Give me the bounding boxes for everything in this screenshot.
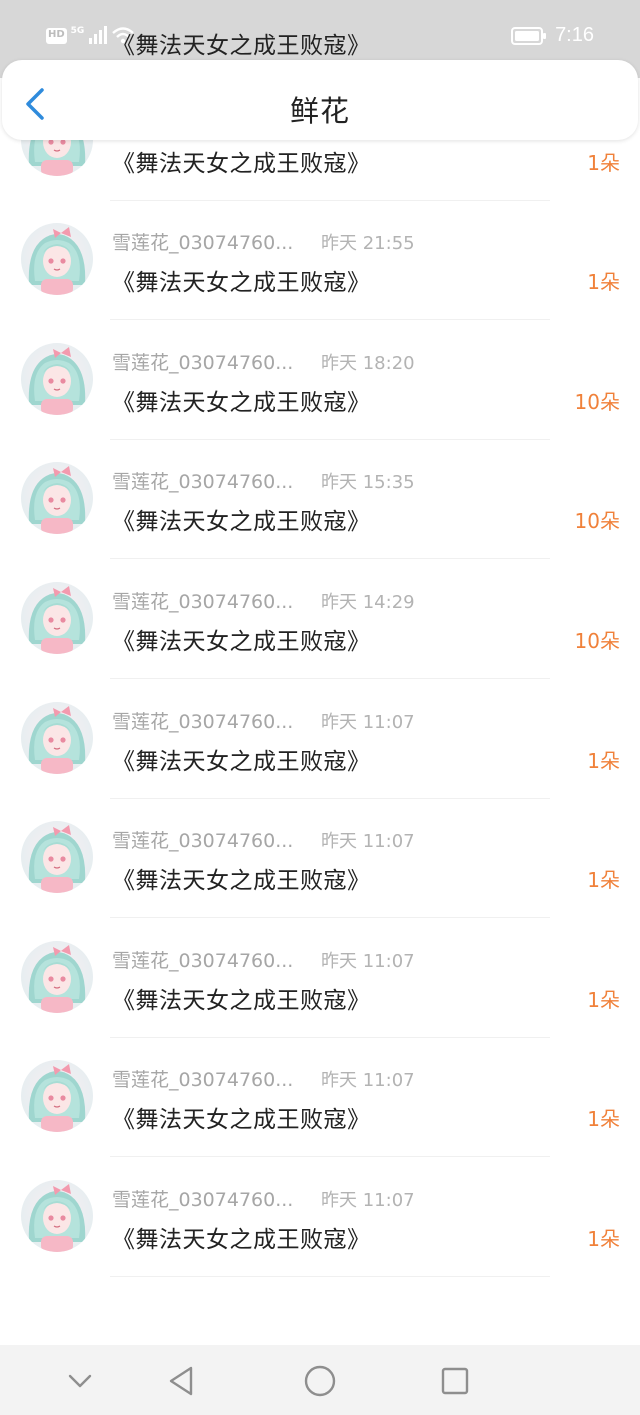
- username: 雪莲花_03074760...: [112, 949, 294, 972]
- book-title: 《舞法天女之成王败寇》: [112, 987, 371, 1014]
- flower-count: 1朵: [587, 1107, 620, 1132]
- avatar[interactable]: [21, 1179, 93, 1252]
- timestamp: 昨天 11:07: [321, 950, 415, 972]
- timestamp: 昨天 11:07: [321, 711, 415, 733]
- page-header: 鲜花: [2, 60, 638, 140]
- home-nav-button[interactable]: [302, 1363, 338, 1399]
- timestamp: 昨天 21:55: [321, 233, 415, 255]
- list-item[interactable]: 雪莲花_03074760... 昨天 15:35 《舞法天女之成王败寇》 10朵: [0, 440, 640, 560]
- book-title: 《舞法天女之成王败寇》: [112, 748, 371, 775]
- avatar[interactable]: [21, 821, 93, 894]
- username: 雪莲花_03074760...: [112, 351, 294, 374]
- timestamp: 昨天 14:29: [321, 591, 415, 613]
- flower-count: 1朵: [587, 270, 620, 295]
- list-item[interactable]: 雪莲花_03074760... 昨天 18:20 《舞法天女之成王败寇》 10朵: [0, 321, 640, 441]
- recents-square-icon: [441, 1367, 469, 1395]
- flower-count: 10朵: [574, 628, 620, 653]
- back-triangle-icon: [169, 1366, 193, 1396]
- username: 雪莲花_03074760...: [112, 830, 294, 853]
- recents-nav-button[interactable]: [437, 1363, 473, 1399]
- list-item[interactable]: 雪莲花_03074760... 昨天 11:07 《舞法天女之成王败寇》 1朵: [0, 1038, 640, 1158]
- avatar[interactable]: [21, 581, 93, 654]
- flower-count: 1朵: [587, 748, 620, 773]
- flower-record-list[interactable]: 《舞法天女之成王败寇》 雪莲花_03074760... 昨天 21:55 《舞法天女…: [0, 33, 640, 1278]
- collapse-button[interactable]: [62, 1363, 98, 1399]
- collapse-icon: [68, 1374, 92, 1388]
- flower-count: 1朵: [587, 1226, 620, 1251]
- username: 雪莲花_03074760...: [112, 1069, 294, 1092]
- timestamp: 昨天 15:35: [321, 472, 415, 494]
- list-item[interactable]: 雪莲花_03074760... 昨天 11:07 《舞法天女之成王败寇》 1朵: [0, 1158, 640, 1278]
- username: 雪莲花_03074760...: [112, 590, 294, 613]
- list-item[interactable]: 雪莲花_03074760... 昨天 14:29 《舞法天女之成王败寇》 10朵: [0, 560, 640, 680]
- avatar[interactable]: [21, 940, 93, 1013]
- book-title: 《舞法天女之成王败寇》: [112, 150, 371, 177]
- avatar[interactable]: [21, 342, 93, 415]
- username: 雪莲花_03074760...: [112, 1188, 294, 1211]
- book-title: 《舞法天女之成王败寇》: [112, 628, 371, 655]
- username: 雪莲花_03074760...: [112, 471, 294, 494]
- username: 雪莲花_03074760...: [112, 710, 294, 733]
- book-title: 《舞法天女之成王败寇》: [112, 270, 371, 297]
- book-title: 《舞法天女之成王败寇》: [112, 509, 371, 536]
- book-title: 《舞法天女之成王败寇》: [112, 1226, 371, 1253]
- back-nav-button[interactable]: [164, 1363, 200, 1399]
- avatar[interactable]: [21, 462, 93, 535]
- flower-count: 10朵: [574, 389, 620, 414]
- divider: [110, 1275, 550, 1277]
- avatar[interactable]: [21, 223, 93, 296]
- system-nav-bar: [0, 1345, 640, 1415]
- list-item[interactable]: 雪莲花_03074760... 昨天 21:55 《舞法天女之成王败寇》 1朵: [0, 201, 640, 321]
- list-item[interactable]: 雪莲花_03074760... 昨天 11:07 《舞法天女之成王败寇》 1朵: [0, 919, 640, 1039]
- flower-count: 1朵: [587, 868, 620, 893]
- list-item[interactable]: 雪莲花_03074760... 昨天 11:07 《舞法天女之成王败寇》 1朵: [0, 799, 640, 919]
- list-item[interactable]: 雪莲花_03074760... 昨天 11:07 《舞法天女之成王败寇》 1朵: [0, 680, 640, 800]
- page-title: 鲜花: [289, 94, 350, 128]
- avatar[interactable]: [21, 1060, 93, 1133]
- flower-count: 1朵: [587, 150, 620, 175]
- flower-count: 1朵: [587, 987, 620, 1012]
- book-title: 《舞法天女之成王败寇》: [112, 389, 371, 416]
- timestamp: 昨天 11:07: [321, 831, 415, 853]
- timestamp: 昨天 11:07: [321, 1070, 415, 1092]
- timestamp: 昨天 18:20: [321, 352, 415, 374]
- avatar[interactable]: [21, 701, 93, 774]
- flower-count: 10朵: [574, 509, 620, 534]
- book-title: 《舞法天女之成王败寇》: [112, 1107, 371, 1134]
- book-title: 《舞法天女之成王败寇》: [112, 868, 371, 895]
- timestamp: 昨天 11:07: [321, 1189, 415, 1211]
- avatar: [21, 0, 93, 56]
- username: 雪莲花_03074760...: [112, 232, 294, 255]
- book-title: 《舞法天女之成王败寇》: [112, 33, 371, 59]
- home-circle-icon: [304, 1365, 336, 1397]
